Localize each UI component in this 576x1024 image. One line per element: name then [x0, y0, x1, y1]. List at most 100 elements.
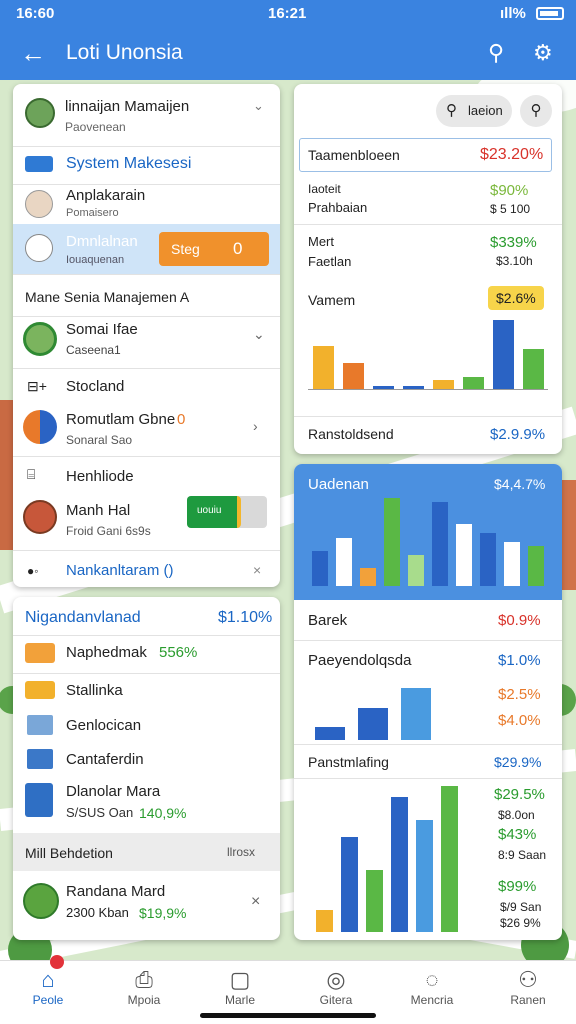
search-box[interactable]: ⚲ laeion: [436, 95, 512, 127]
system-row[interactable]: System Makesesi: [13, 146, 280, 184]
list-item[interactable]: Manh Hal Froid Gani 6s9s uouiu: [13, 494, 280, 546]
close-icon[interactable]: ×: [251, 893, 260, 911]
chart-icon: ⌸: [27, 466, 36, 482]
nav-item-media[interactable]: ⎙ Mpoia: [96, 961, 192, 1024]
management-card: linnaijan Mamaijen Paovenean ⌄ System Ma…: [13, 84, 280, 587]
page-title: Loti Unonsia: [66, 41, 183, 64]
nav-label: Marle: [224, 993, 255, 1007]
back-arrow-icon[interactable]: ←: [20, 38, 46, 69]
list-item-selected[interactable]: Dmnlalnan Iouaquenan Steg 0: [13, 224, 280, 274]
list-item[interactable]: ⌸ Henhliode: [13, 456, 280, 494]
list-item-subtitle: 2300 Kban: [66, 905, 129, 920]
list-item[interactable]: Somai Ifae Caseena1 ⌄: [13, 316, 280, 366]
chevron-down-icon[interactable]: ⌄: [253, 98, 264, 114]
chart-bar: [492, 320, 514, 389]
toggle-chip[interactable]: uouiu: [187, 496, 267, 528]
analytics-card: Uadenan $4,4.7% Barek $0.9% Paeyendolqsd…: [294, 464, 562, 940]
document-icon: [25, 783, 53, 817]
search-input[interactable]: laeion: [468, 103, 503, 118]
list-item[interactable]: Iaoteit Prahbaian $90% $ 5 100: [294, 176, 562, 222]
chart-header: Uadenan $4,4.7%: [294, 464, 562, 600]
list-item-title: Cantaferdin: [66, 751, 144, 768]
list-item[interactable]: Dlanolar Mara S/SUS Oan 140,9%: [13, 777, 280, 825]
chart-bar: [522, 349, 544, 389]
nav-item-home[interactable]: ⌂ Peole: [0, 955, 96, 1024]
row-title: Mert: [308, 234, 334, 249]
bar-chart: [308, 688, 438, 740]
highlight-row[interactable]: Taamenbloeen $23.20%: [299, 138, 552, 172]
value-label: $29.5%: [494, 786, 545, 803]
chart-bar: [365, 870, 384, 932]
list-item-title: Stocland: [66, 378, 125, 395]
status-clock: 16:21: [268, 5, 307, 22]
chart-bar: [340, 836, 359, 932]
house-icon: [27, 715, 53, 735]
chart-bar: [315, 909, 334, 932]
list-item-title: Randana Mard: [66, 883, 166, 900]
row-title: Panstmlafing: [308, 754, 389, 770]
chart-bar: [431, 502, 449, 586]
nav-item-profile[interactable]: ⚇ Ranen: [480, 961, 576, 1024]
chart-bar: [503, 542, 521, 586]
list-item-subtitle: Pomaisero: [66, 207, 119, 219]
list-item-subtitle: S/SUS Oan: [66, 805, 134, 820]
chart-bar: [432, 380, 454, 389]
chart-bar: [359, 568, 377, 586]
card-title: Nigandanvlanad: [25, 609, 141, 626]
chart-bar: [462, 376, 484, 389]
card-value: $4,4.7%: [494, 476, 546, 492]
person-icon: ⚇: [518, 967, 538, 992]
chevron-down-icon[interactable]: ⌄: [253, 326, 265, 343]
chart-bar: [390, 797, 409, 932]
list-item[interactable]: Cantaferdin: [13, 743, 280, 777]
value-label: $99%: [498, 878, 537, 895]
row-title: Taamenbloeen: [308, 147, 400, 163]
list-item[interactable]: Anplakarain Pomaisero: [13, 184, 280, 224]
footer-link[interactable]: Nankanltaram (): [66, 562, 174, 579]
search-icon[interactable]: ⚲: [520, 95, 552, 127]
nav-item-messages[interactable]: ◌ Mencria: [384, 961, 480, 1024]
close-icon[interactable]: ×: [253, 562, 261, 578]
list-item[interactable]: Romutlam Gbne 0 Sonaral Sao ›: [13, 406, 280, 454]
row-subvalue: $3.10h: [496, 254, 533, 268]
value-sublabel: $8.0on: [498, 808, 535, 822]
bar-chart: [308, 498, 548, 586]
list-item-title: Anplakarain: [66, 187, 146, 204]
chart-bar: [314, 727, 345, 740]
coupon-icon: [25, 643, 55, 663]
chart-bar: [311, 550, 329, 586]
chip-label: Steg: [171, 241, 200, 257]
avatar: [25, 190, 53, 218]
media-icon: ⎙: [135, 967, 153, 992]
chip-toggle[interactable]: 0: [233, 239, 242, 259]
list-item-title: Genlocican: [66, 717, 142, 734]
list-item[interactable]: Paeyendolqsda $1.0%: [294, 640, 562, 680]
chevron-right-icon[interactable]: ›: [253, 418, 258, 434]
badge: 0: [177, 411, 186, 428]
list-item[interactable]: ⊟+ Stocland: [13, 368, 280, 406]
chart-bar: [335, 537, 353, 586]
status-chip[interactable]: Steg 0: [159, 232, 269, 266]
chart-bar: [402, 386, 424, 389]
chart-bar: [342, 363, 364, 389]
chart-bar: [415, 819, 434, 932]
chart-badge: $2.6%: [488, 286, 544, 310]
nav-label: Peole: [32, 993, 64, 1007]
avatar: [23, 322, 57, 356]
summary-card: Nigandanvlanad $1.10% Naphedmak 556% Sta…: [13, 597, 280, 940]
list-item[interactable]: Barek $0.9%: [294, 600, 562, 640]
list-item[interactable]: Stallinka: [13, 673, 280, 709]
section-title: Mane Senia Manajemen A: [25, 289, 190, 305]
list-item[interactable]: Genlocican: [13, 709, 280, 743]
list-item[interactable]: Mert Faetlan $339% $3.10h: [294, 228, 562, 274]
row-value: $23.20%: [480, 146, 544, 163]
search-icon[interactable]: ⚲: [488, 40, 504, 66]
card-title: Uadenan: [308, 476, 369, 493]
gear-icon[interactable]: ⚙: [533, 40, 553, 66]
search-icon: ⚲: [446, 102, 457, 119]
chart-bar: [357, 707, 389, 740]
list-item-title: Manh Hal: [66, 502, 131, 519]
section-action[interactable]: llrosx: [227, 845, 255, 859]
list-item[interactable]: Naphedmak 556%: [13, 635, 280, 671]
list-item[interactable]: Randana Mard 2300 Kban $19,9% ×: [13, 873, 280, 933]
